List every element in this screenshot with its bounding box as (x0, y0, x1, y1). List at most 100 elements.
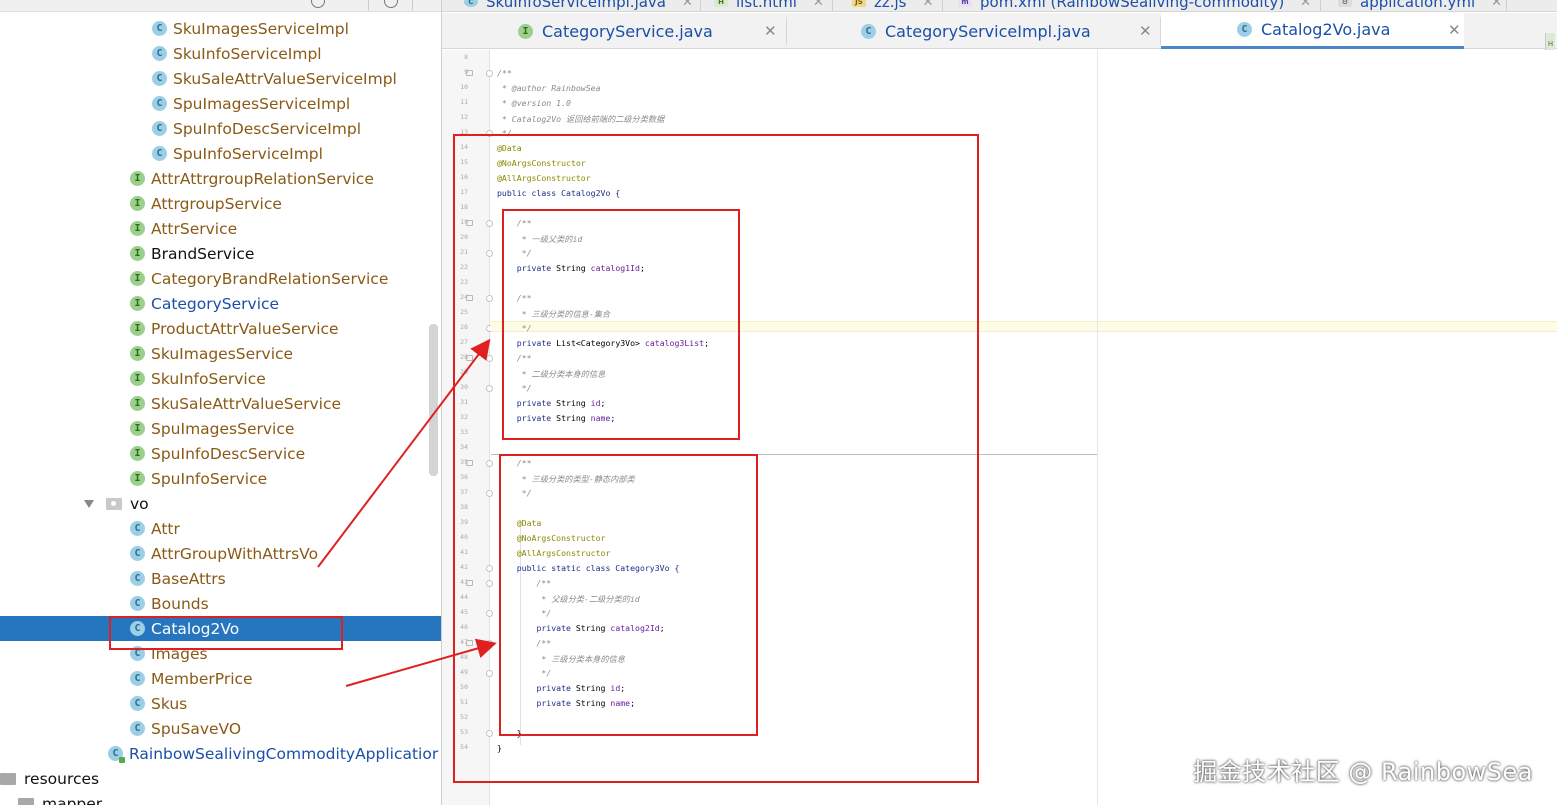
tab-categoryservice[interactable]: I CategoryService.java ✕ (442, 13, 786, 49)
tab-divider (832, 0, 833, 11)
close-icon[interactable]: ✕ (923, 0, 934, 10)
class-icon: C (130, 696, 145, 711)
tab-categoryserviceimpl[interactable]: C CategoryServiceImpl.java ✕ (787, 13, 1160, 49)
settings-file-icon: ⚙ (1338, 0, 1352, 7)
tree-item-service[interactable]: I SpuImagesService (0, 416, 441, 441)
annotation-box-inner-class (499, 454, 758, 736)
tree-item-service[interactable]: I CategoryService (0, 291, 441, 316)
tree-item-label: SpuSaveVO (151, 719, 242, 738)
tree-item-impl[interactable]: C SpuInfoDescServiceImpl (0, 116, 441, 141)
class-icon: C (130, 721, 145, 736)
tree-item-label: AttrGroupWithAttrsVo (151, 544, 319, 563)
class-icon: C (152, 121, 167, 136)
tree-item-label: Skus (151, 694, 188, 713)
code-text: /** (497, 68, 512, 78)
tree-item-service[interactable]: I AttrgroupService (0, 191, 441, 216)
tree-item-label: SkuSaleAttrValueServiceImpl (173, 69, 397, 88)
tree-item-vo[interactable]: C BaseAttrs (0, 566, 441, 591)
close-icon[interactable]: ✕ (1139, 22, 1152, 40)
tree-item-label: BaseAttrs (151, 569, 226, 588)
close-icon[interactable]: ✕ (1491, 0, 1502, 10)
close-icon[interactable]: ✕ (764, 22, 777, 40)
tree-item-service[interactable]: I SkuImagesService (0, 341, 441, 366)
close-icon[interactable]: ✕ (813, 0, 824, 10)
tab-list-html[interactable]: H list.html ✕ (714, 0, 824, 11)
tree-item-service[interactable]: I CategoryBrandRelationService (0, 266, 441, 291)
doc-comment-icon[interactable] (466, 70, 473, 76)
class-icon: C (130, 571, 145, 586)
tree-item-service[interactable]: I ProductAttrValueService (0, 316, 441, 341)
tree-item-service[interactable]: I SkuInfoService (0, 366, 441, 391)
toolbar-divider (412, 0, 413, 10)
tree-folder-resources[interactable]: resources (0, 766, 441, 791)
project-toolbar (0, 0, 441, 12)
close-icon[interactable]: ✕ (1300, 0, 1311, 10)
line-number: 9 (464, 68, 468, 76)
folder-toggle[interactable] (84, 497, 130, 510)
tree-item-impl[interactable]: C SkuInfoServiceImpl (0, 41, 441, 66)
tab-label: list.html (736, 0, 797, 11)
js-icon: JS (852, 0, 866, 7)
tree-item-label: SpuInfoDescServiceImpl (173, 119, 362, 138)
tab-application-yml[interactable]: ⚙ application.yml ✕ (1338, 0, 1502, 11)
interface-icon: I (130, 421, 145, 436)
tree-item-service[interactable]: I SpuInfoDescService (0, 441, 441, 466)
tree-item-vo[interactable]: C AttrGroupWithAttrsVo (0, 541, 441, 566)
tab-catalog2vo[interactable]: C Catalog2Vo.java ✕ (1161, 13, 1464, 49)
interface-icon: I (130, 296, 145, 311)
interface-icon: I (130, 346, 145, 361)
tree-item-service[interactable]: I AttrAttrgroupRelationService (0, 166, 441, 191)
tree-item-label: BrandService (151, 244, 255, 263)
tree-item-impl[interactable]: C SkuSaleAttrValueServiceImpl (0, 66, 441, 91)
tab-divider (1506, 0, 1507, 11)
chevron-down-icon[interactable] (84, 499, 94, 508)
tree-item-label: SpuInfoServiceImpl (173, 144, 323, 163)
class-icon: C (130, 546, 145, 561)
editor-tab-bar: I CategoryService.java ✕ C CategoryServi… (442, 13, 1557, 55)
html-icon: H (714, 0, 728, 7)
tree-item-label: SpuImagesServiceImpl (173, 94, 351, 113)
tree-item-service[interactable]: I SkuSaleAttrValueService (0, 391, 441, 416)
tab-divider (700, 0, 701, 11)
tree-item-vo[interactable]: C MemberPrice (0, 666, 441, 691)
tree-item-impl[interactable]: C SkuImagesServiceImpl (0, 16, 441, 41)
interface-icon: I (130, 271, 145, 286)
tab-skuinfoserviceimpl[interactable]: C SkuInfoServiceImpl.java ✕ (464, 0, 693, 11)
interface-icon: I (130, 221, 145, 236)
collapse-icon[interactable] (344, 0, 356, 6)
tree-item-vo[interactable]: C SpuSaveVO (0, 716, 441, 741)
gear-icon[interactable] (384, 0, 398, 8)
tree-item-impl[interactable]: C SpuInfoServiceImpl (0, 141, 441, 166)
tree-item-service[interactable]: I BrandService (0, 241, 441, 266)
code-line: /** (497, 68, 512, 78)
tree-item-vo[interactable]: C Skus (0, 691, 441, 716)
close-icon[interactable]: ✕ (1448, 21, 1461, 39)
tab-pom-xml[interactable]: m pom.xml (RainbowSealiving-commodity) ✕ (958, 0, 1311, 11)
tree-item-vo[interactable]: C Bounds (0, 591, 441, 616)
tree-item-label: Bounds (151, 594, 209, 613)
tree-item-impl[interactable]: C SpuImagesServiceImpl (0, 91, 441, 116)
tab-label: zz.js (874, 0, 907, 11)
annotation-box-selected-file (109, 616, 343, 650)
tree-scrollbar[interactable] (429, 324, 438, 476)
class-icon: C (152, 21, 167, 36)
tree-item-application[interactable]: C RainbowSealivingCommodityApplicatior (0, 741, 441, 766)
tree-item-label: SkuSaleAttrValueService (151, 394, 342, 413)
interface-icon: I (130, 446, 145, 461)
tree-item-service[interactable]: I SpuInfoService (0, 466, 441, 491)
tree-folder-mapper[interactable]: mapper (0, 791, 441, 805)
interface-icon: I (130, 371, 145, 386)
class-icon: C (861, 23, 876, 39)
tree-folder-vo[interactable]: vo (0, 491, 441, 516)
code-line: * Catalog2Vo 返回给前端的二级分类数据 (497, 113, 664, 125)
tree-item-service[interactable]: I AttrService (0, 216, 441, 241)
close-icon[interactable]: ✕ (682, 0, 693, 10)
line-number: 8 (464, 53, 468, 61)
tab-zz-js[interactable]: JS zz.js ✕ (852, 0, 934, 11)
class-icon: C (130, 671, 145, 686)
fold-marker-icon[interactable] (486, 70, 493, 77)
interface-icon: I (130, 471, 145, 486)
tree-item-vo[interactable]: C Attr (0, 516, 441, 541)
watermark: 掘金技术社区 @ RainbowSea (1193, 758, 1533, 786)
locate-icon[interactable] (311, 0, 325, 8)
